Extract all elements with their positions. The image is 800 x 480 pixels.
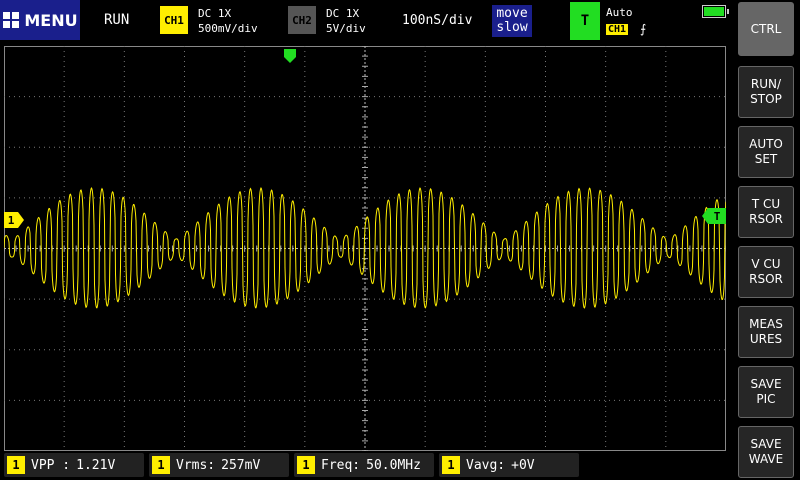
rising-edge-icon: ⨍ [640,22,647,36]
speed-line2: slow [496,20,528,35]
svg-text:T: T [714,210,721,223]
ch1-tag: 1 [297,456,315,474]
ctrl-button[interactable]: CTRL [738,2,794,56]
trigger-button[interactable]: T [570,2,600,40]
v-cursor-button[interactable]: V CU RSOR [738,246,794,298]
ch1-scale: 500mV/div [198,22,258,35]
measurement-value: 257mV [221,457,261,473]
menu-label: MENU [24,10,78,30]
move-speed-button[interactable]: move slow [492,5,532,37]
ch2-coupling: DC 1X [326,7,360,20]
ch1-tag: 1 [442,456,460,474]
ch1-tag: 1 [7,456,25,474]
measurement-vpp[interactable]: 1 VPP : 1.21V [4,453,144,477]
ch2-info: DC 1X 5V/div [326,6,366,36]
measurement-name: Vrms: [176,457,216,473]
run-stop-button[interactable]: RUN/ STOP [738,66,794,118]
measurement-name: Vavg: [466,457,506,473]
svg-text:1: 1 [8,214,15,227]
measurement-value: 1.21V [76,457,116,473]
auto-set-button[interactable]: AUTO SET [738,126,794,178]
ch2-scale: 5V/div [326,22,366,35]
ch1-button[interactable]: CH1 [160,6,188,34]
measurement-vavg[interactable]: 1 Vavg: +0V [439,453,579,477]
grid-menu-icon [3,12,20,28]
trigger-source: CH1 [606,24,629,35]
measures-button[interactable]: MEAS URES [738,306,794,358]
measurement-value: 50.0MHz [366,457,421,473]
ch1-info: DC 1X 500mV/div [198,6,258,36]
menu-button[interactable]: MENU [0,0,80,40]
ch1-coupling: DC 1X [198,7,232,20]
measurement-vrms[interactable]: 1 Vrms: 257mV [149,453,289,477]
trigger-mode: Auto [606,6,633,19]
battery-icon [702,5,729,18]
speed-line1: move [496,6,528,21]
ch1-tag: 1 [152,456,170,474]
measurement-name: Freq: [321,457,361,473]
t-cursor-button[interactable]: T CU RSOR [738,186,794,238]
waveform-display[interactable]: 1 T [4,46,726,451]
run-status: RUN [104,12,130,28]
timebase[interactable]: 100nS/div [402,13,472,28]
measurement-value: +0V [511,457,535,473]
side-panel: CTRL RUN/ STOP AUTO SET T CU RSOR V CU R… [732,0,800,480]
save-pic-button[interactable]: SAVE PIC [738,366,794,418]
save-wave-button[interactable]: SAVE WAVE [738,426,794,478]
measurement-freq[interactable]: 1 Freq: 50.0MHz [294,453,434,477]
measurement-name: VPP : [31,457,71,473]
ch2-button[interactable]: CH2 [288,6,316,34]
